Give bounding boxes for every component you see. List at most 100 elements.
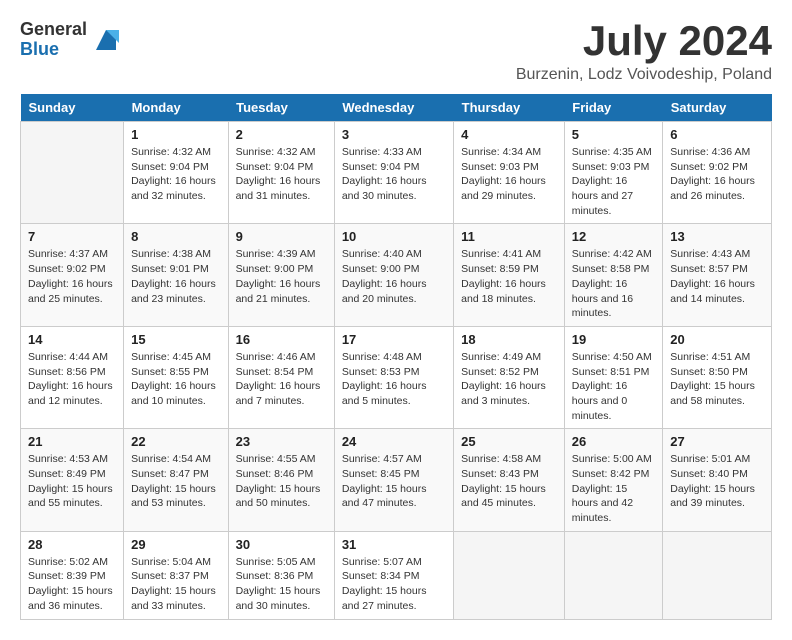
cell-info: Sunrise: 5:02 AM Sunset: 8:39 PM Dayligh… bbox=[28, 555, 116, 614]
calendar-cell bbox=[454, 531, 565, 619]
date-number: 25 bbox=[461, 434, 557, 449]
calendar-cell: 9Sunrise: 4:39 AM Sunset: 9:00 PM Daylig… bbox=[228, 224, 334, 326]
calendar-cell: 3 Sunrise: 4:33 AM Sunset: 9:04 PM Daylig… bbox=[334, 122, 453, 224]
date-number: 12 bbox=[572, 229, 655, 244]
calendar-cell: 20Sunrise: 4:51 AM Sunset: 8:50 PM Dayli… bbox=[663, 326, 772, 428]
calendar-table: SundayMondayTuesdayWednesdayThursdayFrid… bbox=[20, 94, 772, 620]
cell-info: Sunrise: 5:05 AM Sunset: 8:36 PM Dayligh… bbox=[236, 555, 327, 614]
cell-info: Sunrise: 4:35 AM Sunset: 9:03 PM Dayligh… bbox=[572, 145, 655, 218]
location-title: Burzenin, Lodz Voivodeship, Poland bbox=[516, 66, 772, 84]
day-header-friday: Friday bbox=[564, 94, 662, 122]
calendar-cell: 22Sunrise: 4:54 AM Sunset: 8:47 PM Dayli… bbox=[124, 429, 229, 531]
calendar-cell: 11 Sunrise: 4:41 AM Sunset: 8:59 PM Dayli… bbox=[454, 224, 565, 326]
date-number: 31 bbox=[342, 537, 446, 552]
cell-info: Sunrise: 5:07 AM Sunset: 8:34 PM Dayligh… bbox=[342, 555, 446, 614]
cell-info: Sunrise: 4:32 AM Sunset: 9:04 PM Dayligh… bbox=[131, 145, 221, 204]
calendar-cell: 7 Sunrise: 4:37 AM Sunset: 9:02 PM Daylig… bbox=[21, 224, 124, 326]
calendar-cell: 31 Sunrise: 5:07 AM Sunset: 8:34 PM Dayli… bbox=[334, 531, 453, 619]
date-number: 3 bbox=[342, 127, 446, 142]
day-header-thursday: Thursday bbox=[454, 94, 565, 122]
date-number: 28 bbox=[28, 537, 116, 552]
cell-info: Sunrise: 4:41 AM Sunset: 8:59 PM Dayligh… bbox=[461, 247, 557, 306]
calendar-cell: 15 Sunrise: 4:45 AM Sunset: 8:55 PM Dayli… bbox=[124, 326, 229, 428]
date-number: 4 bbox=[461, 127, 557, 142]
cell-info: Sunrise: 4:49 AM Sunset: 8:52 PM Dayligh… bbox=[461, 350, 557, 409]
day-headers-row: SundayMondayTuesdayWednesdayThursdayFrid… bbox=[21, 94, 772, 122]
cell-info: Sunrise: 4:54 AM Sunset: 8:47 PM Dayligh… bbox=[131, 452, 221, 511]
cell-info: Sunrise: 5:01 AM Sunset: 8:40 PM Dayligh… bbox=[670, 452, 764, 511]
cell-info: Sunrise: 4:34 AM Sunset: 9:03 PM Dayligh… bbox=[461, 145, 557, 204]
calendar-cell: 29Sunrise: 5:04 AM Sunset: 8:37 PM Dayli… bbox=[124, 531, 229, 619]
cell-info: Sunrise: 4:32 AM Sunset: 9:04 PM Dayligh… bbox=[236, 145, 327, 204]
cell-info: Sunrise: 4:39 AM Sunset: 9:00 PM Dayligh… bbox=[236, 247, 327, 306]
calendar-cell: 28 Sunrise: 5:02 AM Sunset: 8:39 PM Dayli… bbox=[21, 531, 124, 619]
calendar-cell: 23Sunrise: 4:55 AM Sunset: 8:46 PM Dayli… bbox=[228, 429, 334, 531]
day-header-wednesday: Wednesday bbox=[334, 94, 453, 122]
date-number: 30 bbox=[236, 537, 327, 552]
calendar-cell: 8Sunrise: 4:38 AM Sunset: 9:01 PM Daylig… bbox=[124, 224, 229, 326]
cell-info: Sunrise: 4:58 AM Sunset: 8:43 PM Dayligh… bbox=[461, 452, 557, 511]
calendar-cell: 6 Sunrise: 4:36 AM Sunset: 9:02 PM Daylig… bbox=[663, 122, 772, 224]
date-number: 18 bbox=[461, 332, 557, 347]
cell-info: Sunrise: 4:48 AM Sunset: 8:53 PM Dayligh… bbox=[342, 350, 446, 409]
date-number: 23 bbox=[236, 434, 327, 449]
date-number: 14 bbox=[28, 332, 116, 347]
calendar-cell: 13Sunrise: 4:43 AM Sunset: 8:57 PM Dayli… bbox=[663, 224, 772, 326]
date-number: 11 bbox=[461, 229, 557, 244]
cell-info: Sunrise: 4:33 AM Sunset: 9:04 PM Dayligh… bbox=[342, 145, 446, 204]
cell-info: Sunrise: 4:40 AM Sunset: 9:00 PM Dayligh… bbox=[342, 247, 446, 306]
date-number: 17 bbox=[342, 332, 446, 347]
cell-info: Sunrise: 4:37 AM Sunset: 9:02 PM Dayligh… bbox=[28, 247, 116, 306]
logo-general: General bbox=[20, 20, 87, 40]
month-title: July 2024 bbox=[516, 20, 772, 62]
calendar-body: 1 Sunrise: 4:32 AM Sunset: 9:04 PM Daylig… bbox=[21, 122, 772, 620]
title-area: July 2024 Burzenin, Lodz Voivodeship, Po… bbox=[516, 20, 772, 84]
calendar-cell: 24Sunrise: 4:57 AM Sunset: 8:45 PM Dayli… bbox=[334, 429, 453, 531]
date-number: 26 bbox=[572, 434, 655, 449]
cell-info: Sunrise: 4:57 AM Sunset: 8:45 PM Dayligh… bbox=[342, 452, 446, 511]
date-number: 27 bbox=[670, 434, 764, 449]
calendar-cell: 10 Sunrise: 4:40 AM Sunset: 9:00 PM Dayli… bbox=[334, 224, 453, 326]
calendar-cell: 17 Sunrise: 4:48 AM Sunset: 8:53 PM Dayli… bbox=[334, 326, 453, 428]
date-number: 2 bbox=[236, 127, 327, 142]
week-row-1: 1 Sunrise: 4:32 AM Sunset: 9:04 PM Daylig… bbox=[21, 122, 772, 224]
week-row-3: 14 Sunrise: 4:44 AM Sunset: 8:56 PM Dayli… bbox=[21, 326, 772, 428]
calendar-cell bbox=[663, 531, 772, 619]
cell-info: Sunrise: 5:00 AM Sunset: 8:42 PM Dayligh… bbox=[572, 452, 655, 525]
cell-info: Sunrise: 4:42 AM Sunset: 8:58 PM Dayligh… bbox=[572, 247, 655, 320]
calendar-cell: 21Sunrise: 4:53 AM Sunset: 8:49 PM Dayli… bbox=[21, 429, 124, 531]
day-header-monday: Monday bbox=[124, 94, 229, 122]
date-number: 21 bbox=[28, 434, 116, 449]
week-row-4: 21Sunrise: 4:53 AM Sunset: 8:49 PM Dayli… bbox=[21, 429, 772, 531]
date-number: 16 bbox=[236, 332, 327, 347]
calendar-cell: 25 Sunrise: 4:58 AM Sunset: 8:43 PM Dayli… bbox=[454, 429, 565, 531]
date-number: 1 bbox=[131, 127, 221, 142]
calendar-cell: 12 Sunrise: 4:42 AM Sunset: 8:58 PM Dayli… bbox=[564, 224, 662, 326]
cell-info: Sunrise: 4:45 AM Sunset: 8:55 PM Dayligh… bbox=[131, 350, 221, 409]
calendar-cell: 19 Sunrise: 4:50 AM Sunset: 8:51 PM Dayli… bbox=[564, 326, 662, 428]
calendar-cell: 16 Sunrise: 4:46 AM Sunset: 8:54 PM Dayli… bbox=[228, 326, 334, 428]
calendar-cell bbox=[21, 122, 124, 224]
cell-info: Sunrise: 4:46 AM Sunset: 8:54 PM Dayligh… bbox=[236, 350, 327, 409]
date-number: 15 bbox=[131, 332, 221, 347]
cell-info: Sunrise: 4:51 AM Sunset: 8:50 PM Dayligh… bbox=[670, 350, 764, 409]
cell-info: Sunrise: 4:38 AM Sunset: 9:01 PM Dayligh… bbox=[131, 247, 221, 306]
cell-info: Sunrise: 4:43 AM Sunset: 8:57 PM Dayligh… bbox=[670, 247, 764, 306]
calendar-cell bbox=[564, 531, 662, 619]
date-number: 6 bbox=[670, 127, 764, 142]
cell-info: Sunrise: 4:44 AM Sunset: 8:56 PM Dayligh… bbox=[28, 350, 116, 409]
day-header-sunday: Sunday bbox=[21, 94, 124, 122]
calendar-cell: 14 Sunrise: 4:44 AM Sunset: 8:56 PM Dayli… bbox=[21, 326, 124, 428]
week-row-2: 7 Sunrise: 4:37 AM Sunset: 9:02 PM Daylig… bbox=[21, 224, 772, 326]
date-number: 7 bbox=[28, 229, 116, 244]
logo-icon bbox=[91, 25, 121, 55]
date-number: 10 bbox=[342, 229, 446, 244]
calendar-cell: 2 Sunrise: 4:32 AM Sunset: 9:04 PM Daylig… bbox=[228, 122, 334, 224]
cell-info: Sunrise: 4:36 AM Sunset: 9:02 PM Dayligh… bbox=[670, 145, 764, 204]
calendar-cell: 18 Sunrise: 4:49 AM Sunset: 8:52 PM Dayli… bbox=[454, 326, 565, 428]
week-row-5: 28 Sunrise: 5:02 AM Sunset: 8:39 PM Dayli… bbox=[21, 531, 772, 619]
date-number: 29 bbox=[131, 537, 221, 552]
header: General Blue July 2024 Burzenin, Lodz Vo… bbox=[20, 20, 772, 84]
cell-info: Sunrise: 4:50 AM Sunset: 8:51 PM Dayligh… bbox=[572, 350, 655, 423]
date-number: 19 bbox=[572, 332, 655, 347]
